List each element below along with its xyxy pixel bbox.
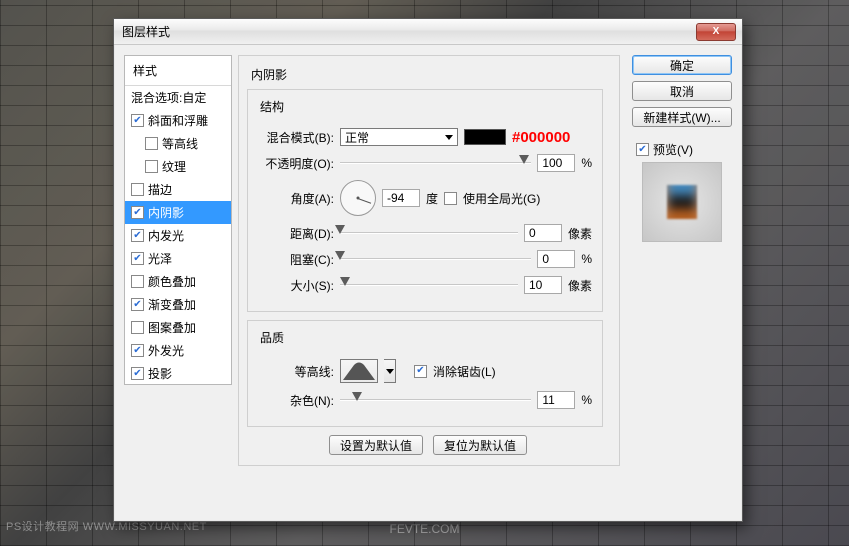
ok-button[interactable]: 确定 bbox=[632, 55, 732, 75]
style-item[interactable]: 图案叠加 bbox=[125, 316, 231, 339]
style-item-checkbox[interactable] bbox=[131, 114, 144, 127]
style-item-checkbox[interactable] bbox=[131, 344, 144, 357]
style-item[interactable]: 内发光 bbox=[125, 224, 231, 247]
distance-label: 距离(D): bbox=[256, 225, 334, 242]
style-item[interactable]: 纹理 bbox=[125, 155, 231, 178]
antialias-label: 消除锯齿(L) bbox=[433, 363, 496, 380]
style-item-label: 外发光 bbox=[148, 342, 184, 359]
style-item-label: 等高线 bbox=[162, 135, 198, 152]
preview-label: 预览(V) bbox=[653, 141, 693, 158]
angle-unit: 度 bbox=[426, 190, 438, 207]
style-item-label: 图案叠加 bbox=[148, 319, 196, 336]
style-item-label: 描边 bbox=[148, 181, 172, 198]
angle-input[interactable] bbox=[382, 189, 420, 207]
preview-frame bbox=[642, 162, 722, 242]
style-item[interactable]: 投影 bbox=[125, 362, 231, 385]
style-item-checkbox[interactable] bbox=[131, 206, 144, 219]
layer-style-dialog: 图层样式 X 样式 混合选项:自定 斜面和浮雕等高线纹理描边内阴影内发光光泽颜色… bbox=[113, 18, 743, 522]
angle-label: 角度(A): bbox=[256, 190, 334, 207]
style-item[interactable]: 等高线 bbox=[125, 132, 231, 155]
size-slider[interactable] bbox=[340, 278, 518, 292]
styles-header: 样式 bbox=[125, 56, 231, 86]
style-item-label: 纹理 bbox=[162, 158, 186, 175]
panel-title: 内阴影 bbox=[247, 66, 291, 83]
style-item-label: 颜色叠加 bbox=[148, 273, 196, 290]
group-structure: 结构 混合模式(B): 正常 #000000 不透明度(O): bbox=[247, 89, 603, 312]
angle-dial[interactable] bbox=[340, 180, 376, 216]
close-icon: X bbox=[713, 26, 720, 37]
new-style-button[interactable]: 新建样式(W)... bbox=[632, 107, 732, 127]
opacity-slider[interactable] bbox=[340, 156, 531, 170]
noise-label: 杂色(N): bbox=[256, 392, 334, 409]
size-unit: 像素 bbox=[568, 277, 592, 294]
style-item-checkbox[interactable] bbox=[131, 229, 144, 242]
style-item-label: 投影 bbox=[148, 365, 172, 382]
set-default-button[interactable]: 设置为默认值 bbox=[329, 435, 423, 455]
blend-mode-value: 正常 bbox=[345, 129, 369, 146]
style-item-checkbox[interactable] bbox=[131, 252, 144, 265]
distance-unit: 像素 bbox=[568, 225, 592, 242]
style-item-label: 内发光 bbox=[148, 227, 184, 244]
contour-label: 等高线: bbox=[256, 363, 334, 380]
preview-checkbox[interactable] bbox=[636, 143, 649, 156]
panel-inner-shadow: 内阴影 结构 混合模式(B): 正常 #000000 不透明度(O): bbox=[238, 55, 620, 466]
style-item[interactable]: 颜色叠加 bbox=[125, 270, 231, 293]
blend-options-label: 混合选项:自定 bbox=[131, 89, 206, 106]
style-item-label: 光泽 bbox=[148, 250, 172, 267]
titlebar[interactable]: 图层样式 X bbox=[114, 19, 742, 45]
dialog-title: 图层样式 bbox=[122, 23, 696, 40]
style-item[interactable]: 斜面和浮雕 bbox=[125, 109, 231, 132]
hex-annotation: #000000 bbox=[512, 129, 570, 146]
group-quality: 品质 等高线: 消除锯齿(L) 杂色(N): bbox=[247, 320, 603, 427]
style-item-checkbox[interactable] bbox=[145, 137, 158, 150]
blend-mode-label: 混合模式(B): bbox=[256, 129, 334, 146]
style-item-checkbox[interactable] bbox=[131, 367, 144, 380]
style-item-checkbox[interactable] bbox=[131, 183, 144, 196]
style-item-label: 渐变叠加 bbox=[148, 296, 196, 313]
opacity-unit: % bbox=[581, 156, 592, 170]
color-swatch[interactable] bbox=[464, 129, 506, 145]
use-global-light-label: 使用全局光(G) bbox=[463, 190, 540, 207]
preview-thumbnail bbox=[667, 185, 697, 219]
choke-label: 阻塞(C): bbox=[256, 251, 334, 268]
cancel-button[interactable]: 取消 bbox=[632, 81, 732, 101]
style-item-checkbox[interactable] bbox=[145, 160, 158, 173]
blend-mode-select[interactable]: 正常 bbox=[340, 128, 458, 146]
contour-picker[interactable] bbox=[340, 359, 378, 383]
chevron-down-icon bbox=[386, 369, 394, 374]
styles-listbox: 样式 混合选项:自定 斜面和浮雕等高线纹理描边内阴影内发光光泽颜色叠加渐变叠加图… bbox=[124, 55, 232, 385]
style-item[interactable]: 外发光 bbox=[125, 339, 231, 362]
style-item[interactable]: 描边 bbox=[125, 178, 231, 201]
style-item-checkbox[interactable] bbox=[131, 321, 144, 334]
opacity-label: 不透明度(O): bbox=[256, 155, 334, 172]
blend-options-row[interactable]: 混合选项:自定 bbox=[125, 86, 231, 109]
close-button[interactable]: X bbox=[696, 23, 736, 41]
noise-input[interactable] bbox=[537, 391, 575, 409]
choke-unit: % bbox=[581, 252, 592, 266]
chevron-down-icon bbox=[445, 135, 453, 140]
quality-legend: 品质 bbox=[256, 329, 288, 346]
size-input[interactable] bbox=[524, 276, 562, 294]
structure-legend: 结构 bbox=[256, 98, 288, 115]
style-item-checkbox[interactable] bbox=[131, 298, 144, 311]
distance-slider[interactable] bbox=[340, 226, 518, 240]
reset-default-button[interactable]: 复位为默认值 bbox=[433, 435, 527, 455]
style-item[interactable]: 光泽 bbox=[125, 247, 231, 270]
choke-slider[interactable] bbox=[340, 252, 531, 266]
choke-input[interactable] bbox=[537, 250, 575, 268]
size-label: 大小(S): bbox=[256, 277, 334, 294]
style-item-label: 斜面和浮雕 bbox=[148, 112, 208, 129]
style-item-label: 内阴影 bbox=[148, 204, 184, 221]
antialias-checkbox[interactable] bbox=[414, 365, 427, 378]
noise-unit: % bbox=[581, 393, 592, 407]
distance-input[interactable] bbox=[524, 224, 562, 242]
use-global-light-checkbox[interactable] bbox=[444, 192, 457, 205]
style-item[interactable]: 内阴影 bbox=[125, 201, 231, 224]
style-item[interactable]: 渐变叠加 bbox=[125, 293, 231, 316]
opacity-input[interactable] bbox=[537, 154, 575, 172]
contour-dropdown[interactable] bbox=[384, 359, 396, 383]
noise-slider[interactable] bbox=[340, 393, 531, 407]
style-item-checkbox[interactable] bbox=[131, 275, 144, 288]
